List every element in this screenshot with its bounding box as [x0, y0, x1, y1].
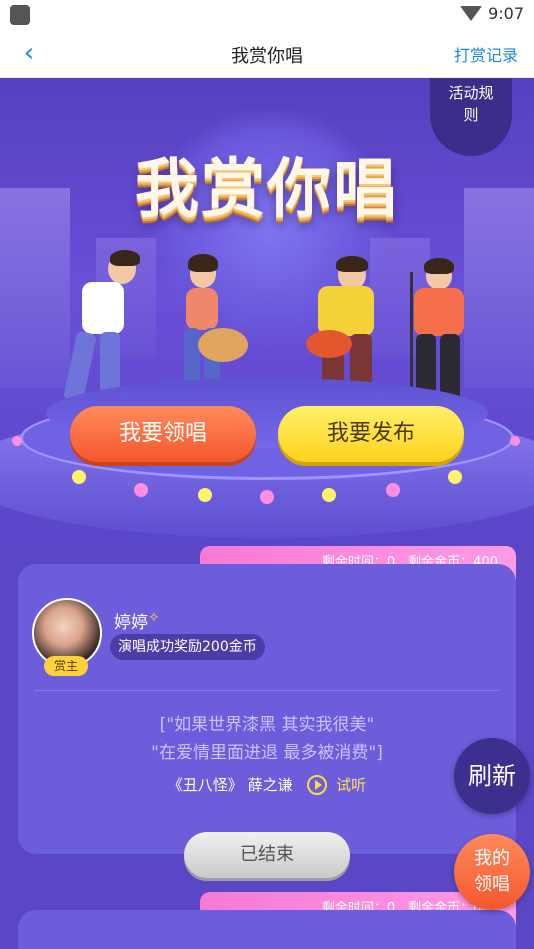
my-lead-button[interactable]: 我的 领唱	[454, 834, 530, 910]
request-card	[18, 910, 516, 949]
song-title: 《丑八怪》	[167, 776, 243, 794]
hero-banner: 活动规 则 我赏你唱 我要领唱 我要发布	[0, 78, 534, 548]
stage-light	[448, 470, 462, 484]
stage-light	[198, 488, 212, 502]
reward-record-link[interactable]: 打赏记录	[454, 42, 518, 66]
stage-light	[510, 436, 520, 446]
song-info: 《丑八怪》 薛之谦 试听	[18, 774, 516, 795]
singer-name: 薛之谦	[247, 776, 293, 794]
status-bar: 9:07	[0, 0, 534, 30]
stage-light	[322, 488, 336, 502]
play-icon[interactable]	[307, 775, 328, 795]
user-name: 婷婷	[114, 613, 148, 633]
ended-status-button: 已结束	[184, 832, 350, 878]
sparkle-icon: ✧	[148, 610, 160, 626]
hero-title: 我赏你唱	[135, 153, 399, 227]
nav-bar: ‹ 我赏你唱 打赏记录	[0, 30, 534, 78]
stage-light	[386, 483, 400, 497]
lead-sing-button[interactable]: 我要领唱	[70, 406, 256, 462]
activity-rules-label: 活动规 则	[448, 84, 494, 124]
refresh-button[interactable]: 刷新	[454, 738, 530, 814]
wifi-icon	[460, 6, 482, 21]
host-badge: 赏主	[44, 656, 88, 676]
stage-light	[72, 470, 86, 484]
lyric-line-1: ["如果世界漆黑 其实我很美"	[159, 715, 375, 735]
publish-button[interactable]: 我要发布	[278, 406, 464, 462]
stage-light	[12, 436, 22, 446]
divider	[34, 690, 500, 691]
lyric-line-2: "在爱情里面进退 最多被消费"]	[151, 743, 383, 763]
notification-icon	[10, 5, 30, 25]
listen-link[interactable]: 试听	[336, 776, 366, 794]
stage-light	[134, 483, 148, 497]
request-card: 赏主 婷婷 ✧ 演唱成功奖励200金币 ["如果世界漆黑 其实我很美" "在爱情…	[18, 564, 516, 878]
reward-info: 演唱成功奖励200金币	[110, 634, 265, 660]
my-lead-label: 我的 领唱	[474, 848, 510, 895]
status-time: 9:07	[488, 4, 524, 23]
stage-light	[260, 490, 274, 504]
